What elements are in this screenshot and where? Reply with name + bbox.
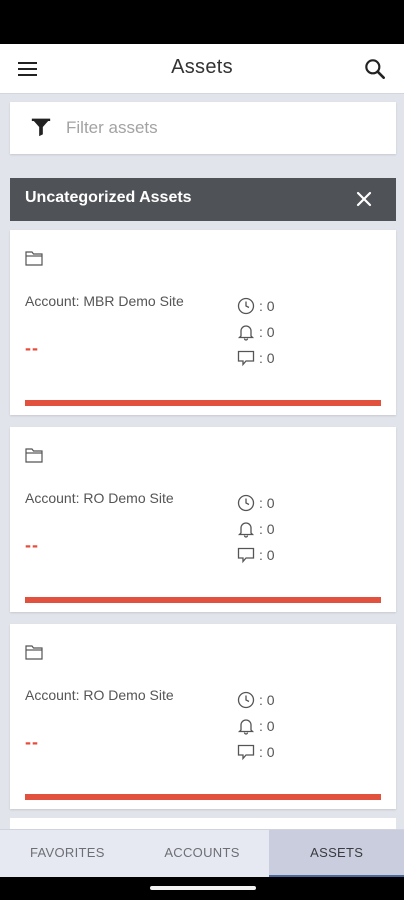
bell-count: : 0	[259, 324, 275, 340]
asset-status: --	[25, 338, 39, 358]
clock-stat: : 0	[237, 296, 275, 316]
tab-accounts[interactable]: ACCOUNTS	[135, 830, 270, 877]
clock-icon	[237, 494, 255, 512]
folder-icon	[25, 448, 43, 463]
bell-count: : 0	[259, 718, 275, 734]
chat-stat: : 0	[237, 348, 275, 368]
page-title: Assets	[171, 56, 233, 78]
clock-count: : 0	[259, 495, 275, 511]
folder-icon	[25, 645, 43, 660]
bell-stat: : 0	[237, 322, 275, 342]
clock-count: : 0	[259, 298, 275, 314]
asset-card[interactable]: Account: RO Demo Site -- : 0 : 0 : 0	[10, 624, 396, 809]
clock-stat: : 0	[237, 690, 275, 710]
asset-status: --	[25, 732, 39, 752]
asset-status: --	[25, 535, 39, 555]
chat-count: : 0	[259, 350, 275, 366]
tab-favorites[interactable]: FAVORITES	[0, 830, 135, 877]
clock-stat: : 0	[237, 493, 275, 513]
group-title: Uncategorized Assets	[25, 189, 192, 206]
filter-assets-input[interactable]	[66, 102, 386, 154]
asset-account: Account: RO Demo Site	[25, 687, 174, 703]
asset-card[interactable]: Account: RO Demo Site -- : 0 : 0 : 0	[10, 427, 396, 612]
group-header: Uncategorized Assets	[10, 178, 396, 221]
bell-icon	[237, 719, 255, 735]
status-bar-indicator	[25, 597, 381, 603]
bell-stat: : 0	[237, 716, 275, 736]
asset-card[interactable]: Account: MBR Demo Site -- : 0 : 0 : 0	[10, 230, 396, 415]
clock-count: : 0	[259, 692, 275, 708]
filter-funnel-icon	[31, 118, 51, 137]
tab-assets[interactable]: ASSETS	[269, 830, 404, 877]
clock-icon	[237, 691, 255, 709]
filter-bar	[10, 102, 396, 154]
folder-icon	[25, 251, 43, 266]
asset-account: Account: RO Demo Site	[25, 490, 174, 506]
bottom-nav: FAVORITES ACCOUNTS ASSETS	[0, 829, 404, 877]
chat-stat: : 0	[237, 545, 275, 565]
chat-bubble-icon	[237, 744, 255, 761]
status-bar-indicator	[25, 400, 381, 406]
asset-account: Account: MBR Demo Site	[25, 293, 184, 309]
clock-icon	[237, 297, 255, 315]
status-bar-indicator	[25, 794, 381, 800]
chat-count: : 0	[259, 547, 275, 563]
bell-count: : 0	[259, 521, 275, 537]
asset-list: Account: MBR Demo Site -- : 0 : 0 : 0 Ac…	[10, 230, 396, 821]
chat-stat: : 0	[237, 742, 275, 762]
chat-bubble-icon	[237, 350, 255, 367]
search-icon	[365, 59, 385, 79]
bell-icon	[237, 522, 255, 538]
status-bar	[0, 0, 404, 44]
chat-bubble-icon	[237, 547, 255, 564]
app-header: Assets	[0, 44, 404, 94]
home-gesture-bar[interactable]	[150, 886, 256, 890]
system-gesture-area	[0, 877, 404, 900]
close-group-button[interactable]	[352, 187, 376, 211]
bell-stat: : 0	[237, 519, 275, 539]
search-button[interactable]	[362, 56, 388, 82]
close-icon	[356, 191, 372, 207]
bell-icon	[237, 325, 255, 341]
chat-count: : 0	[259, 744, 275, 760]
